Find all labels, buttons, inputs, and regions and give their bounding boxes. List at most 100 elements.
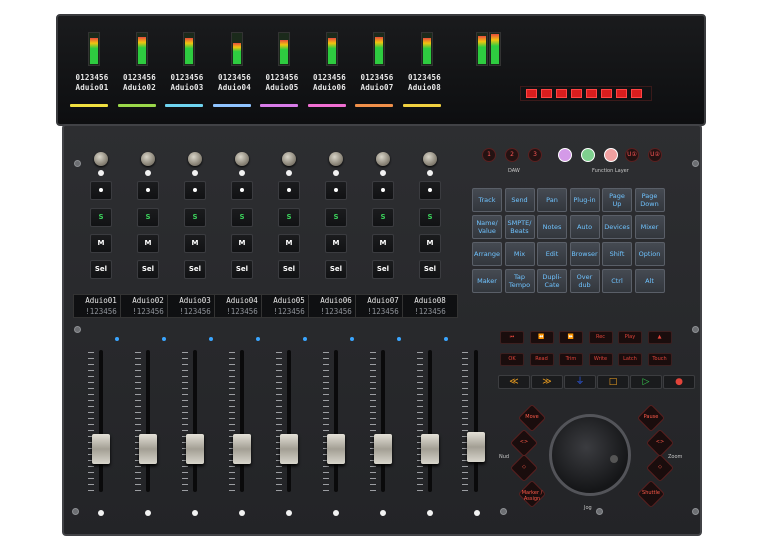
pan-knob[interactable] (282, 152, 296, 166)
record-arm-button[interactable] (90, 181, 112, 200)
select-button[interactable]: Sel (184, 260, 206, 279)
fader-cap[interactable] (421, 434, 439, 464)
solo-button[interactable]: S (231, 208, 253, 227)
select-button[interactable]: Sel (372, 260, 394, 279)
record-arm-button[interactable] (419, 181, 441, 200)
transport-button[interactable]: Play (618, 331, 642, 344)
solo-button[interactable]: S (325, 208, 347, 227)
function-pad[interactable]: Ctrl (602, 269, 632, 293)
fader-cap[interactable] (374, 434, 392, 464)
function-pad[interactable]: Page Down (634, 188, 665, 212)
transport-button[interactable]: ⏩ (559, 331, 583, 344)
mute-button[interactable]: M (184, 234, 206, 253)
function-pad[interactable]: Alt (634, 269, 665, 293)
transport-main-button[interactable]: ▷ (630, 375, 662, 389)
automation-button[interactable]: Latch (618, 353, 642, 366)
pan-knob[interactable] (423, 152, 437, 166)
fader-cap[interactable] (233, 434, 251, 464)
record-arm-button[interactable] (325, 181, 347, 200)
record-arm-button[interactable] (278, 181, 300, 200)
record-arm-button[interactable] (372, 181, 394, 200)
pan-knob[interactable] (188, 152, 202, 166)
function-pad[interactable]: Dupli- Cate (537, 269, 567, 293)
function-pad[interactable]: Edit (537, 242, 567, 266)
function-pad[interactable]: Auto (569, 215, 600, 239)
solo-button[interactable]: S (90, 208, 112, 227)
mute-button[interactable]: M (325, 234, 347, 253)
bank-button[interactable]: 3 (528, 148, 542, 162)
fader-cap[interactable] (92, 434, 110, 464)
pan-knob[interactable] (329, 152, 343, 166)
select-button[interactable]: Sel (90, 260, 112, 279)
pan-knob[interactable] (141, 152, 155, 166)
solo-button[interactable]: S (137, 208, 159, 227)
function-pad[interactable]: SMPTE/ Beats (504, 215, 535, 239)
function-pad[interactable]: Track (472, 188, 502, 212)
transport-main-button[interactable]: ≪ (498, 375, 530, 389)
mute-button[interactable]: M (90, 234, 112, 253)
function-pad[interactable]: Notes (537, 215, 567, 239)
transport-button[interactable]: ▲ (647, 331, 672, 344)
record-arm-button[interactable] (231, 181, 253, 200)
mute-button[interactable]: M (372, 234, 394, 253)
transport-button[interactable]: ⏮ (500, 331, 524, 344)
automation-button[interactable]: OK (500, 353, 524, 366)
record-arm-button[interactable] (137, 181, 159, 200)
mute-button[interactable]: M (419, 234, 441, 253)
user-button-1[interactable]: U① (625, 148, 639, 162)
mute-button[interactable]: M (231, 234, 253, 253)
pan-knob[interactable] (376, 152, 390, 166)
fader-cap[interactable] (327, 434, 345, 464)
solo-button[interactable]: S (278, 208, 300, 227)
transport-button[interactable]: Rec (588, 331, 613, 344)
function-pad[interactable]: Page Up (602, 188, 632, 212)
fader-cap[interactable] (186, 434, 204, 464)
automation-button[interactable]: Trim (559, 353, 583, 366)
function-layer-button[interactable] (558, 148, 572, 162)
select-button[interactable]: Sel (278, 260, 300, 279)
function-pad[interactable]: Send (504, 188, 535, 212)
mute-button[interactable]: M (137, 234, 159, 253)
function-pad[interactable]: Plug-in (569, 188, 600, 212)
transport-main-button[interactable]: ≫ (531, 375, 563, 389)
function-pad[interactable]: Devices (602, 215, 632, 239)
select-button[interactable]: Sel (137, 260, 159, 279)
transport-button[interactable]: ⏪ (529, 331, 554, 344)
function-pad[interactable]: Mixer (634, 215, 665, 239)
mute-button[interactable]: M (278, 234, 300, 253)
fader-cap[interactable] (280, 434, 298, 464)
select-button[interactable]: Sel (419, 260, 441, 279)
function-pad[interactable]: Shift (602, 242, 632, 266)
master-fader-cap[interactable] (467, 432, 485, 462)
function-pad[interactable]: Maker (472, 269, 502, 293)
user-button-2[interactable]: U② (648, 148, 662, 162)
function-pad[interactable]: Tap Tempo (504, 269, 535, 293)
function-pad[interactable]: Over dub (569, 269, 600, 293)
transport-main-button[interactable]: □ (597, 375, 629, 389)
transport-main-button[interactable]: ⏚ (564, 375, 596, 389)
solo-button[interactable]: S (419, 208, 441, 227)
transport-main-button[interactable]: ● (663, 375, 695, 389)
function-pad[interactable]: Arrange (472, 242, 502, 266)
function-pad[interactable]: Name/ Value (472, 215, 502, 239)
select-button[interactable]: Sel (325, 260, 347, 279)
automation-button[interactable]: Touch (647, 353, 672, 366)
pan-knob[interactable] (94, 152, 108, 166)
bank-button[interactable]: 1 (482, 148, 496, 162)
function-pad[interactable]: Mix (504, 242, 535, 266)
solo-button[interactable]: S (372, 208, 394, 227)
function-pad[interactable]: Browser (569, 242, 600, 266)
bank-button[interactable]: 2 (505, 148, 519, 162)
function-pad[interactable]: Pan (537, 188, 567, 212)
function-layer-button[interactable] (581, 148, 595, 162)
function-pad[interactable]: Option (634, 242, 665, 266)
automation-button[interactable]: Read (529, 353, 554, 366)
automation-button[interactable]: Write (588, 353, 613, 366)
fader-cap[interactable] (139, 434, 157, 464)
select-button[interactable]: Sel (231, 260, 253, 279)
jog-wheel[interactable] (549, 414, 631, 496)
record-arm-button[interactable] (184, 181, 206, 200)
pan-knob[interactable] (235, 152, 249, 166)
function-layer-button[interactable] (604, 148, 618, 162)
solo-button[interactable]: S (184, 208, 206, 227)
